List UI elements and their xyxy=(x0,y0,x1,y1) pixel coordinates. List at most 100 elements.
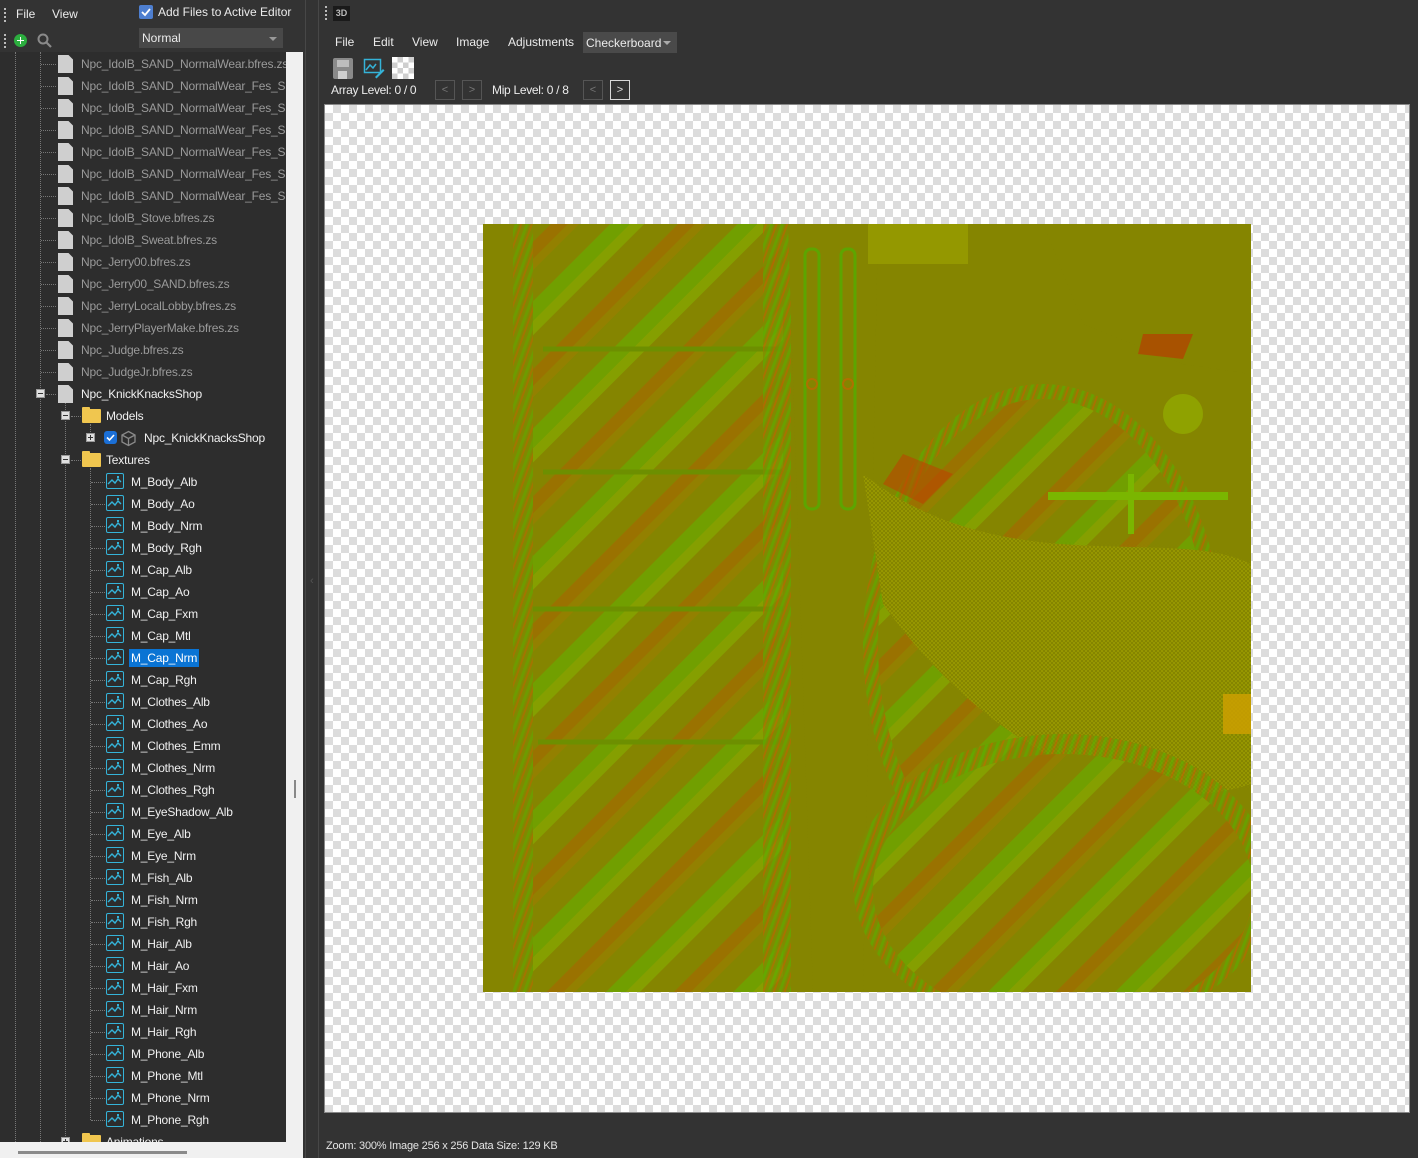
texture-icon xyxy=(106,913,124,929)
tree-connector xyxy=(41,328,56,329)
editor-menu-file[interactable]: File xyxy=(335,35,354,49)
tree-connector xyxy=(41,86,56,87)
tree-item-texture[interactable]: M_Body_Ao xyxy=(0,493,286,515)
tree-item-texture[interactable]: M_Fish_Nrm xyxy=(0,889,286,911)
tree-item-file[interactable]: Npc_IdolB_SAND_NormalWear_Fes_Sand xyxy=(0,75,286,97)
tree-item-texture[interactable]: M_Cap_Rgh xyxy=(0,669,286,691)
tree-item-label: M_Body_Ao xyxy=(131,497,195,511)
editor-menu-view[interactable]: View xyxy=(412,35,438,49)
tree-item-label: Npc_JerryLocalLobby.bfres.zs xyxy=(81,299,236,313)
tree-horizontal-scroll-thumb[interactable] xyxy=(18,1151,187,1154)
tree-item-label: Npc_JudgeJr.bfres.zs xyxy=(81,365,193,379)
tree-item-file[interactable]: Npc_IdolB_SAND_NormalWear_Fes_Sand xyxy=(0,97,286,119)
tree-item-file[interactable]: Npc_IdolB_Stove.bfres.zs xyxy=(0,207,286,229)
tree-item-texture[interactable]: M_Phone_Mtl xyxy=(0,1065,286,1087)
tree-connector xyxy=(91,658,105,659)
editor-grip[interactable] xyxy=(325,6,327,22)
tree-item-texture[interactable]: M_Cap_Fxm xyxy=(0,603,286,625)
tree-item-texture[interactable]: M_Body_Nrm xyxy=(0,515,286,537)
tree-item-label: Npc_IdolB_SAND_NormalWear_Fes_Sand xyxy=(81,167,286,181)
tree-item-file[interactable]: Npc_JudgeJr.bfres.zs xyxy=(0,361,286,383)
model-visibility-checkbox[interactable] xyxy=(104,431,117,444)
tree-item-textures-folder[interactable]: Textures xyxy=(0,449,286,471)
toolbar-grip[interactable] xyxy=(4,34,6,50)
add-files-checkbox[interactable] xyxy=(139,5,153,19)
collapse-toggle[interactable] xyxy=(61,411,70,420)
array-next-button[interactable]: > xyxy=(462,80,482,100)
edit-image-icon[interactable] xyxy=(363,57,385,79)
tree-item-file[interactable]: Npc_Judge.bfres.zs xyxy=(0,339,286,361)
model-cube-icon xyxy=(121,430,136,447)
tree-item-file[interactable]: Npc_Jerry00_SAND.bfres.zs xyxy=(0,273,286,295)
filter-dropdown[interactable]: Normal xyxy=(139,28,283,48)
tree-item-texture[interactable]: M_Cap_Nrm xyxy=(0,647,286,669)
editor-menu-image[interactable]: Image xyxy=(456,35,489,49)
expand-toggle[interactable] xyxy=(86,433,95,442)
tree-item-texture[interactable]: M_Hair_Rgh xyxy=(0,1021,286,1043)
background-dropdown[interactable]: Checkerboard xyxy=(583,32,677,53)
tree-item-model[interactable]: Npc_KnickKnacksShop xyxy=(0,427,286,449)
tree-item-texture[interactable]: M_Fish_Rgh xyxy=(0,911,286,933)
tree-item-file[interactable]: Npc_JerryPlayerMake.bfres.zs xyxy=(0,317,286,339)
texture-icon xyxy=(106,517,124,533)
alpha-toggle-icon[interactable] xyxy=(392,57,414,79)
tree-item-file[interactable]: Npc_Jerry00.bfres.zs xyxy=(0,251,286,273)
tree-item-label: M_Phone_Rgh xyxy=(131,1113,209,1127)
tree-item-texture[interactable]: M_Body_Rgh xyxy=(0,537,286,559)
tree-item-texture[interactable]: M_Eye_Alb xyxy=(0,823,286,845)
selected-texture-label: M_Cap_Nrm xyxy=(129,649,200,667)
editor-menu-adjustments[interactable]: Adjustments xyxy=(508,35,574,49)
tree-item-texture[interactable]: M_Hair_Nrm xyxy=(0,999,286,1021)
tree-item-texture[interactable]: M_Cap_Ao xyxy=(0,581,286,603)
menu-view[interactable]: View xyxy=(52,7,78,21)
menubar-grip[interactable] xyxy=(4,8,6,24)
add-file-icon[interactable] xyxy=(14,34,27,47)
tree-item-file[interactable]: Npc_IdolB_SAND_NormalWear_Fes_Sand xyxy=(0,141,286,163)
tree-item-texture[interactable]: M_Phone_Rgh xyxy=(0,1109,286,1131)
tree-item-texture[interactable]: M_Clothes_Nrm xyxy=(0,757,286,779)
tree-item-texture[interactable]: M_Eye_Nrm xyxy=(0,845,286,867)
tree-horizontal-scrollbar[interactable] xyxy=(0,1142,303,1158)
editor-menu-edit[interactable]: Edit xyxy=(373,35,394,49)
tree-item-texture[interactable]: M_Body_Alb xyxy=(0,471,286,493)
tree-item-texture[interactable]: M_Clothes_Rgh xyxy=(0,779,286,801)
tree-item-file[interactable]: Npc_IdolB_SAND_NormalWear_Fes_Sand xyxy=(0,185,286,207)
tree-item-label: Textures xyxy=(106,453,150,467)
tree-item-open-file[interactable]: Npc_KnickKnacksShop xyxy=(0,383,286,405)
tree-item-texture[interactable]: M_Cap_Alb xyxy=(0,559,286,581)
tree-item-texture[interactable]: M_Phone_Nrm xyxy=(0,1087,286,1109)
tree-item-file[interactable]: Npc_IdolB_SAND_NormalWear.bfres.zs xyxy=(0,53,286,75)
tree-item-file[interactable]: Npc_IdolB_SAND_NormalWear_Fes_Sand xyxy=(0,163,286,185)
collapse-arrow-icon[interactable]: ‹ xyxy=(310,575,314,587)
folder-icon xyxy=(82,451,101,467)
menu-file[interactable]: File xyxy=(16,7,35,21)
search-icon[interactable] xyxy=(37,33,53,49)
mip-next-button[interactable]: > xyxy=(610,80,630,100)
tree-item-file[interactable]: Npc_JerryLocalLobby.bfres.zs xyxy=(0,295,286,317)
tree-item-texture[interactable]: M_Hair_Alb xyxy=(0,933,286,955)
tree-item-texture[interactable]: M_Hair_Ao xyxy=(0,955,286,977)
tree-vertical-scroll-thumb[interactable] xyxy=(294,780,296,798)
tree-item-texture[interactable]: M_Clothes_Ao xyxy=(0,713,286,735)
mip-prev-button[interactable]: < xyxy=(583,80,603,100)
tree-item-texture[interactable]: M_Hair_Fxm xyxy=(0,977,286,999)
collapse-toggle[interactable] xyxy=(61,455,70,464)
image-viewport[interactable] xyxy=(324,104,1410,1113)
tree-item-animations-folder[interactable]: Animations xyxy=(0,1131,286,1142)
tree-item-texture[interactable]: M_Fish_Alb xyxy=(0,867,286,889)
save-icon[interactable] xyxy=(333,58,353,79)
tree-item-file[interactable]: Npc_IdolB_SAND_NormalWear_Fes_Sand xyxy=(0,119,286,141)
tree-item-texture[interactable]: M_Phone_Alb xyxy=(0,1043,286,1065)
tree-item-texture[interactable]: M_Clothes_Alb xyxy=(0,691,286,713)
3d-view-button[interactable]: 3D xyxy=(333,6,350,21)
tree-item-texture[interactable]: M_Cap_Mtl xyxy=(0,625,286,647)
tree-item-file[interactable]: Npc_IdolB_Sweat.bfres.zs xyxy=(0,229,286,251)
tree-item-models-folder[interactable]: Models xyxy=(0,405,286,427)
tree-item-texture[interactable]: M_EyeShadow_Alb xyxy=(0,801,286,823)
collapse-toggle[interactable] xyxy=(36,389,45,398)
tree-vertical-scrollbar[interactable] xyxy=(286,52,303,1142)
file-tree[interactable]: Npc_IdolB_SAND_NormalWear.bfres.zs Npc_Id… xyxy=(0,52,286,1142)
array-prev-button[interactable]: < xyxy=(435,80,455,100)
tree-connector xyxy=(91,724,105,725)
tree-item-texture[interactable]: M_Clothes_Emm xyxy=(0,735,286,757)
